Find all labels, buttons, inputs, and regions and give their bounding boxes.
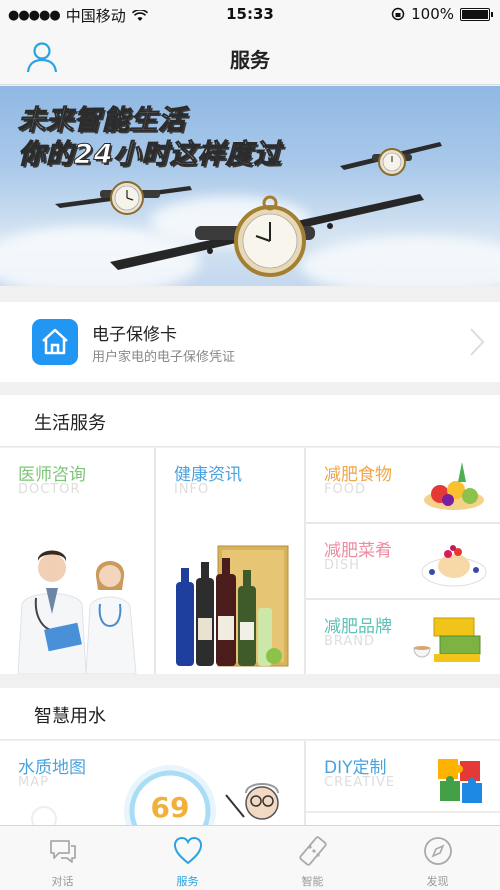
tile-subtitle: INFO bbox=[174, 482, 210, 497]
banner-headline-line2: 你的24小时这样度过 bbox=[18, 139, 282, 171]
health-info-tile[interactable]: 健康资讯 INFO bbox=[156, 448, 304, 674]
chat-bubbles-icon bbox=[50, 840, 76, 863]
tab-bar: 对话 服务 智能 发现 bbox=[0, 825, 500, 890]
smart-water-grid: 水质地图 MAP 69 DIY定制 CREATIVE bbox=[0, 741, 500, 825]
water-quality-value: 69 bbox=[150, 791, 190, 824]
wine-bottles-illustration bbox=[176, 545, 289, 667]
warranty-card[interactable]: 电子保修卡 用户家电的电子保修凭证 bbox=[0, 302, 500, 382]
section-title: 智慧用水 bbox=[34, 706, 106, 727]
tab-label: 智能 bbox=[301, 875, 324, 888]
doctor-consult-tile[interactable]: 医师咨询 DOCTOR bbox=[0, 448, 154, 674]
battery-percent: 100% bbox=[411, 5, 454, 23]
tile-subtitle: DISH bbox=[324, 558, 360, 573]
tile-subtitle: CREATIVE bbox=[324, 775, 396, 790]
life-services-grid: 医师咨询 DOCTOR 健康资讯 INFO 减肥食物 FOOD 减肥菜肴 DIS… bbox=[0, 448, 500, 674]
tab-chat[interactable]: 对话 bbox=[0, 826, 125, 890]
status-right: 100% bbox=[391, 5, 493, 23]
diet-food-tile[interactable]: 减肥食物 FOOD bbox=[306, 448, 500, 522]
page-title: 服务 bbox=[230, 48, 270, 72]
tile-subtitle: FOOD bbox=[324, 482, 366, 497]
promo-banner[interactable]: 未来智能生活 你的24小时这样度过 bbox=[0, 86, 500, 286]
warranty-icon-box bbox=[32, 319, 78, 365]
tab-label: 服务 bbox=[176, 875, 199, 888]
diy-divider bbox=[306, 811, 500, 813]
section-life-services: 生活服务 bbox=[0, 395, 500, 447]
section-title: 生活服务 bbox=[34, 413, 106, 434]
warranty-subtitle: 用户家电的电子保修凭证 bbox=[92, 350, 236, 365]
home-icon bbox=[42, 328, 68, 355]
battery-fill bbox=[462, 9, 488, 19]
tab-label: 对话 bbox=[51, 875, 74, 888]
tea-boxes-illustration bbox=[413, 617, 481, 662]
nav-bar: 服务 bbox=[0, 30, 500, 85]
fruit-illustration bbox=[424, 462, 484, 510]
diy-custom-tile[interactable]: DIY定制 CREATIVE bbox=[306, 741, 500, 825]
water-map-tile[interactable]: 水质地图 MAP 69 bbox=[0, 741, 304, 825]
remote-control-icon bbox=[299, 836, 327, 866]
heart-icon bbox=[173, 836, 203, 865]
rotation-lock-icon bbox=[391, 7, 405, 21]
dessert-plate-illustration bbox=[421, 545, 487, 587]
status-bar: ●●●●● 中国移动 15:33 100% bbox=[0, 0, 500, 30]
tab-service[interactable]: 服务 bbox=[125, 826, 250, 890]
diet-dish-tile[interactable]: 减肥菜肴 DISH bbox=[306, 524, 500, 598]
tab-discover[interactable]: 发现 bbox=[375, 826, 500, 890]
warranty-title: 电子保修卡 bbox=[92, 325, 177, 345]
battery-icon bbox=[460, 7, 493, 21]
tab-label: 发现 bbox=[426, 875, 449, 888]
chevron-right-icon bbox=[470, 328, 485, 356]
compass-icon bbox=[424, 837, 452, 865]
section-smart-water: 智慧用水 bbox=[0, 688, 500, 740]
diet-brand-tile[interactable]: 减肥品牌 BRAND bbox=[306, 600, 500, 674]
tab-smart[interactable]: 智能 bbox=[250, 826, 375, 890]
doctors-illustration bbox=[17, 550, 137, 674]
puzzle-pieces-icon bbox=[438, 759, 482, 803]
tile-subtitle: BRAND bbox=[324, 634, 376, 649]
tile-subtitle: DOCTOR bbox=[18, 482, 81, 497]
